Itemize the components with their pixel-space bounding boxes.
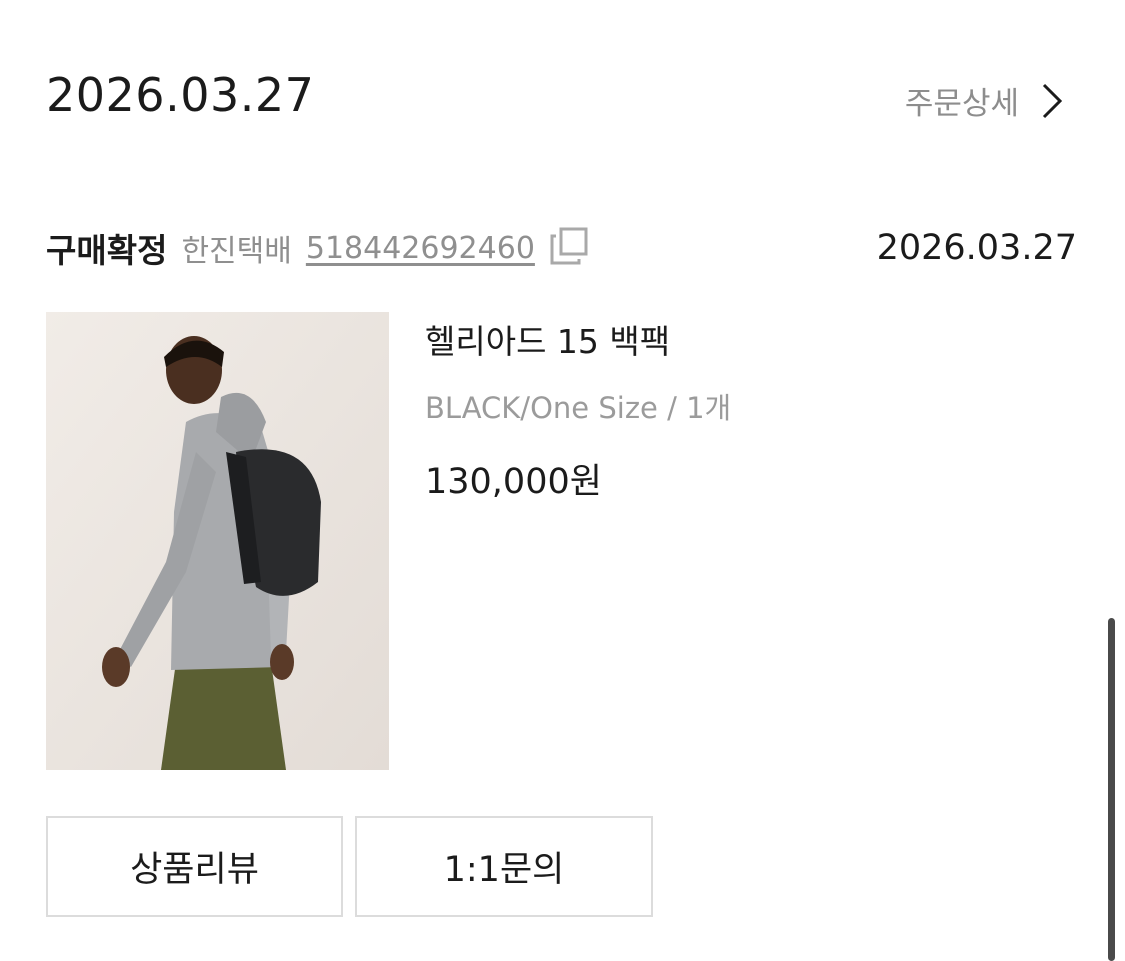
order-detail-label: 주문상세	[904, 86, 1019, 122]
carrier-name: 한진택배	[181, 234, 292, 269]
product-option: BLACK/One Size / 1개	[425, 391, 732, 425]
inquiry-button[interactable]: 1:1문의	[355, 816, 653, 917]
status-date: 2026.03.27	[876, 228, 1077, 268]
copy-button[interactable]	[549, 226, 589, 270]
purchase-status: 구매확정	[46, 231, 168, 270]
tracking-number-link[interactable]: 518442692460	[306, 231, 535, 266]
order-detail-link[interactable]: 주문상세	[905, 78, 1063, 123]
product-image[interactable]	[46, 312, 389, 770]
review-button[interactable]: 상품리뷰	[46, 816, 343, 917]
product-name[interactable]: 헬리아드 15 백팩	[425, 315, 731, 363]
shipment-status-row: 구매확정 한진택배 518442692460 2026.03.27	[46, 223, 1077, 273]
copy-icon	[549, 226, 589, 270]
scrollbar[interactable]	[1108, 618, 1115, 961]
order-date: 2026.03.27	[46, 68, 315, 122]
product-price: 130,000원	[425, 462, 602, 502]
chevron-right-icon	[1041, 82, 1063, 120]
product-info: 헬리아드 15 백팩 BLACK/One Size / 1개 130,000원	[425, 315, 731, 504]
